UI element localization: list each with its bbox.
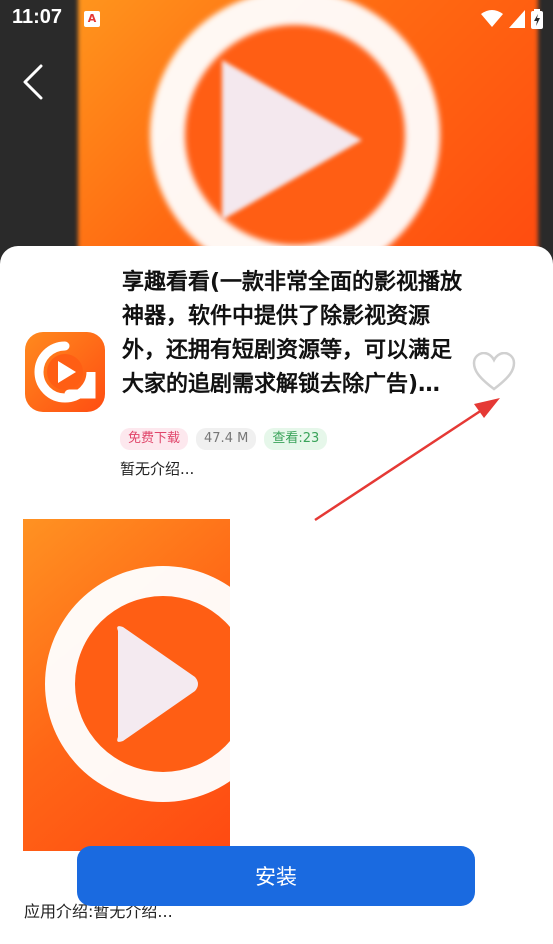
app-tags: 免费下载 47.4 M 查看:23: [120, 428, 328, 450]
status-indicators: [481, 9, 543, 29]
free-download-tag: 免费下载: [120, 428, 189, 450]
battery-icon: [531, 9, 543, 29]
install-button[interactable]: 安装: [77, 846, 475, 906]
app-logo-icon: [34, 341, 96, 403]
wifi-icon: [481, 10, 503, 27]
short-description: 暂无介绍...: [120, 460, 195, 478]
views-tag: 查看:23: [264, 428, 328, 450]
back-icon[interactable]: [22, 64, 44, 100]
app-screenshot[interactable]: [23, 519, 230, 851]
hero-banner: [0, 0, 553, 270]
status-bar: 11:07 A: [0, 0, 553, 38]
app-icon: [25, 332, 105, 412]
screenshot-logo-icon: [45, 566, 230, 802]
favorite-heart-icon[interactable]: [472, 352, 516, 392]
signal-icon: [509, 10, 525, 28]
status-time: 11:07: [12, 6, 63, 28]
size-tag: 47.4 M: [196, 428, 257, 450]
notification-icon: A: [84, 11, 100, 27]
app-title: 享趣看看(一款非常全面的影视播放神器，软件中提供了除影视资源外，还拥有短剧资源等…: [122, 270, 463, 397]
play-icon: [222, 60, 362, 220]
